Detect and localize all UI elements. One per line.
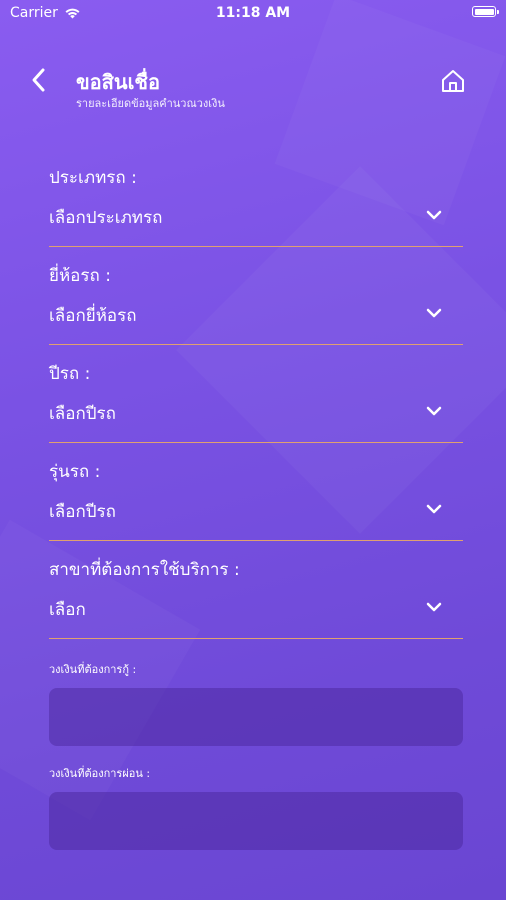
vehicle-model-value: เลือกปีรถ xyxy=(49,502,116,522)
branch-label: สาขาที่ต้องการใช้บริการ : xyxy=(49,560,240,580)
loan-amount-input[interactable] xyxy=(49,688,463,746)
loan-form: ประเภทรถ : เลือกประเภทรถ ยี่ห้อรถ : เลือ… xyxy=(49,158,463,648)
home-icon xyxy=(442,70,464,92)
vehicle-type-value: เลือกประเภทรถ xyxy=(49,208,163,228)
installment-amount-label: วงเงินที่ต้องการผ่อน : xyxy=(49,767,151,780)
vehicle-type-dropdown[interactable]: เลือกประเภทรถ xyxy=(49,200,463,247)
field-vehicle-type: ประเภทรถ : เลือกประเภทรถ xyxy=(49,158,463,256)
vehicle-brand-dropdown[interactable]: เลือกยี่ห้อรถ xyxy=(49,298,463,345)
chevron-down-icon xyxy=(426,308,442,318)
vehicle-year-dropdown[interactable]: เลือกปีรถ xyxy=(49,396,463,443)
installment-amount-input[interactable] xyxy=(49,792,463,850)
field-vehicle-model: รุ่นรถ : เลือกปีรถ xyxy=(49,452,463,550)
vehicle-model-label: รุ่นรถ : xyxy=(49,462,101,482)
loan-amount-label: วงเงินที่ต้องการกู้ : xyxy=(49,663,137,676)
field-branch: สาขาที่ต้องการใช้บริการ : เลือก xyxy=(49,550,463,648)
field-vehicle-year: ปีรถ : เลือกปีรถ xyxy=(49,354,463,452)
chevron-left-icon xyxy=(32,68,45,92)
vehicle-brand-label: ยี่ห้อรถ : xyxy=(49,266,111,286)
page-subtitle: รายละเอียดข้อมูลคำนวณวงเงิน xyxy=(76,97,225,110)
vehicle-year-value: เลือกปีรถ xyxy=(49,404,116,424)
chevron-down-icon xyxy=(426,504,442,514)
branch-dropdown[interactable]: เลือก xyxy=(49,592,463,639)
status-bar: Carrier 11:18 AM xyxy=(0,0,506,28)
vehicle-model-dropdown[interactable]: เลือกปีรถ xyxy=(49,494,463,541)
vehicle-type-label: ประเภทรถ : xyxy=(49,168,137,188)
back-button[interactable] xyxy=(28,66,50,94)
branch-value: เลือก xyxy=(49,600,86,620)
home-button[interactable] xyxy=(440,68,466,94)
chevron-down-icon xyxy=(426,602,442,612)
chevron-down-icon xyxy=(426,406,442,416)
vehicle-brand-value: เลือกยี่ห้อรถ xyxy=(49,306,137,326)
chevron-down-icon xyxy=(426,210,442,220)
vehicle-year-label: ปีรถ : xyxy=(49,364,91,384)
status-time: 11:18 AM xyxy=(215,5,291,21)
battery-icon xyxy=(472,6,499,17)
field-vehicle-brand: ยี่ห้อรถ : เลือกยี่ห้อรถ xyxy=(49,256,463,354)
